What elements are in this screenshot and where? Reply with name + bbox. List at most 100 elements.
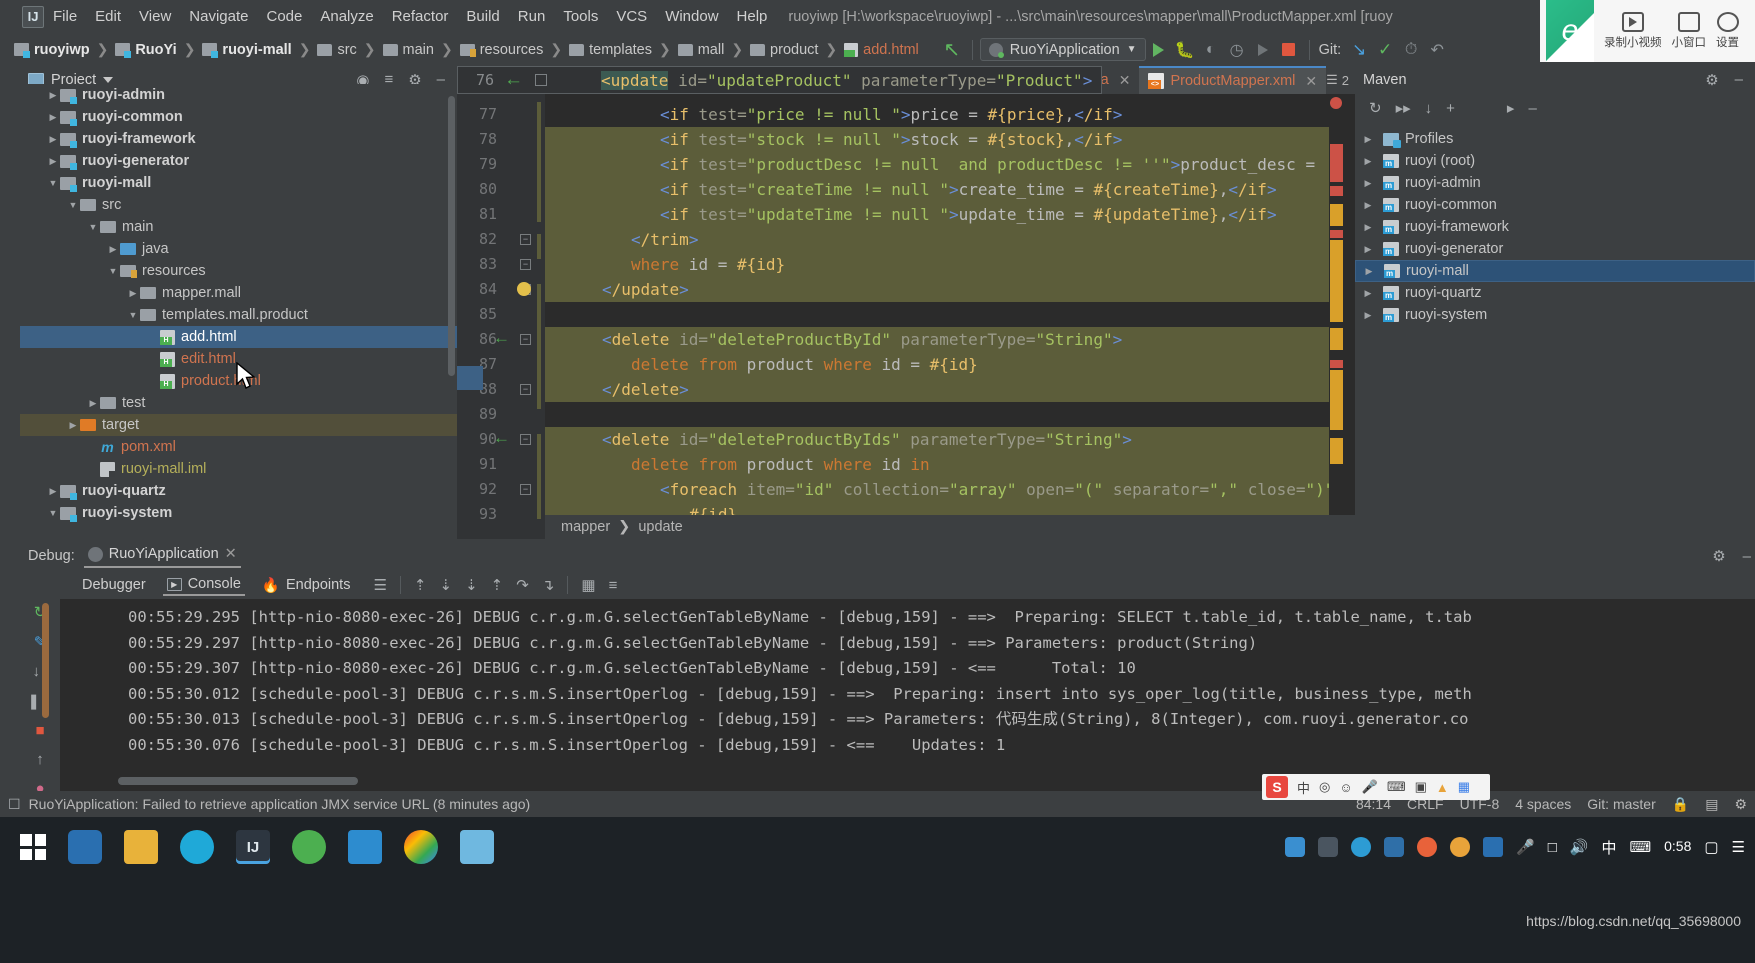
run-to-cursor-icon[interactable]: ↷: [516, 576, 529, 594]
tree-item-add-html[interactable]: add.html: [20, 326, 457, 348]
code-line[interactable]: </update>: [602, 277, 689, 302]
tree-item-java[interactable]: ▶ java: [20, 238, 457, 260]
tray-icon-app[interactable]: [1384, 837, 1404, 857]
git-history-icon[interactable]: ⏱: [1398, 38, 1424, 62]
tray-icon-warning[interactable]: [1450, 837, 1470, 857]
settings-button[interactable]: 设置: [1716, 12, 1739, 50]
tree-item-ruoyi-admin[interactable]: ▶ ruoyi-admin: [20, 84, 457, 106]
tree-item-ruoyi-quartz[interactable]: ▶ ruoyi-quartz: [20, 480, 457, 502]
tray-icon-db[interactable]: [1285, 837, 1305, 857]
code-line[interactable]: <delete id="deleteProductById" parameter…: [602, 327, 1122, 352]
tree-item-resources[interactable]: ▼ resources: [20, 260, 457, 282]
maven-item-ruoyi-mall[interactable]: ▶ ruoyi-mall: [1355, 260, 1755, 282]
code-line[interactable]: <if test="price != null ">price = #{pric…: [660, 102, 1122, 127]
chevron-right-icon[interactable]: ▶: [1361, 288, 1375, 299]
chevron-down-icon[interactable]: ▼: [46, 178, 60, 188]
chevron-right-icon[interactable]: ▶: [1361, 244, 1375, 255]
chevron-down-icon[interactable]: [103, 76, 114, 83]
tray-icon-notifications[interactable]: ▢: [1704, 838, 1718, 856]
maven-item-ruoyi-generator[interactable]: ▶ ruoyi-generator: [1355, 238, 1755, 260]
chevron-right-icon[interactable]: ▶: [1361, 310, 1375, 321]
debug-button[interactable]: 🐛: [1172, 38, 1198, 62]
tab-endpoints[interactable]: 🔥 Endpoints: [258, 575, 355, 596]
error-stripe-marker-bar[interactable]: [1329, 94, 1343, 539]
ime-mode-chinese[interactable]: 中: [1297, 778, 1310, 797]
tray-icon-ij[interactable]: [1318, 837, 1338, 857]
code-line[interactable]: <if test="stock != null ">stock = #{stoc…: [660, 127, 1122, 152]
tray-icon-mic[interactable]: 🎤: [1516, 838, 1535, 856]
memory-icon[interactable]: ▤: [1705, 796, 1718, 813]
menu-build[interactable]: Build: [457, 5, 508, 28]
generate-sources-icon[interactable]: ▸▸: [1396, 99, 1411, 117]
tree-item-src[interactable]: ▼ src: [20, 194, 457, 216]
up-icon[interactable]: ↑: [36, 751, 44, 768]
code-line[interactable]: where id = #{id}: [631, 252, 785, 277]
indent-setting[interactable]: 4 spaces: [1515, 796, 1571, 812]
tree-item-ruoyi-mall-iml[interactable]: ruoyi-mall.iml: [20, 458, 457, 480]
chevron-down-icon[interactable]: ▼: [66, 200, 80, 210]
tray-icon-bluetooth[interactable]: [1483, 837, 1503, 857]
ime-upload-icon[interactable]: ▲: [1436, 780, 1449, 795]
debug-scrollbar[interactable]: [42, 603, 49, 718]
code-line[interactable]: <if test="productDesc != null and produc…: [660, 152, 1315, 177]
git-update-icon[interactable]: ↘: [1346, 38, 1372, 62]
project-tree-scrollbar[interactable]: [448, 96, 455, 376]
chevron-right-icon[interactable]: ▶: [1361, 134, 1375, 145]
tree-item-main[interactable]: ▼ main: [20, 216, 457, 238]
tray-icon-cloud[interactable]: [1351, 837, 1371, 857]
back-arrow-icon[interactable]: ↖: [939, 38, 965, 62]
run-button[interactable]: [1146, 38, 1172, 62]
editor-tab-productmapper-xml[interactable]: ProductMapper.xml ✕: [1139, 66, 1327, 94]
menu-code[interactable]: Code: [257, 5, 311, 28]
chevron-right-icon[interactable]: ▶: [106, 244, 120, 255]
hide-icon[interactable]: –: [1739, 548, 1755, 565]
tree-item-ruoyi-framework[interactable]: ▶ ruoyi-framework: [20, 128, 457, 150]
add-maven-project-icon[interactable]: +: [1446, 100, 1455, 117]
evaluate-expression-icon[interactable]: ▦: [581, 576, 595, 594]
chevron-right-icon[interactable]: ▶: [46, 134, 60, 145]
breadcrumb-mall[interactable]: mall: [672, 40, 731, 60]
menu-help[interactable]: Help: [728, 5, 777, 28]
run-maven-goal-icon[interactable]: ▸: [1507, 99, 1515, 117]
back-arrow-icon[interactable]: ←: [504, 69, 523, 91]
step-into-icon[interactable]: ⇣: [465, 576, 478, 594]
chevron-right-icon[interactable]: ▶: [126, 288, 140, 299]
chevron-right-icon[interactable]: ▶: [46, 90, 60, 101]
menu-refactor[interactable]: Refactor: [383, 5, 458, 28]
step-out-icon[interactable]: ⇡: [414, 576, 427, 594]
taskbar-clock[interactable]: 0:58: [1664, 838, 1691, 856]
menu-vcs[interactable]: VCS: [607, 5, 656, 28]
tree-item-mapper-mall[interactable]: ▶ mapper.mall: [20, 282, 457, 304]
breadcrumb-update[interactable]: update: [638, 519, 682, 535]
tree-item-test[interactable]: ▶ test: [20, 392, 457, 414]
chevron-down-icon[interactable]: ▼: [106, 266, 120, 276]
tray-icon-network[interactable]: □: [1548, 839, 1557, 856]
chevron-down-icon[interactable]: ▼: [86, 222, 100, 232]
git-commit-icon[interactable]: ✓: [1372, 38, 1398, 62]
chevron-right-icon[interactable]: ▶: [1362, 266, 1376, 277]
breadcrumb-templates[interactable]: templates: [563, 40, 658, 60]
breadcrumb-resources[interactable]: resources: [454, 40, 550, 60]
chevron-right-icon[interactable]: ▶: [86, 398, 100, 409]
gutter-back-arrow-icon[interactable]: ←: [493, 328, 510, 348]
code-line[interactable]: delete from product where id = #{id}: [631, 352, 978, 377]
taskbar-app-notes[interactable]: [348, 830, 382, 864]
debug-session-tab[interactable]: RuoYiApplication ✕: [83, 544, 241, 568]
console-log-output[interactable]: 00:55:29.295 [http-nio-8080-exec-26] DEB…: [60, 599, 1755, 791]
hide-icon[interactable]: –: [1731, 71, 1747, 88]
resume-button[interactable]: [1250, 38, 1276, 62]
chevron-right-icon[interactable]: ▶: [66, 420, 80, 431]
stop-icon[interactable]: ■: [35, 722, 44, 739]
tree-item-ruoyi-system[interactable]: ▼ ruoyi-system: [20, 502, 457, 524]
code-line[interactable]: </delete>: [602, 377, 689, 402]
layout-icon[interactable]: ☰: [373, 576, 386, 594]
breadcrumb-product[interactable]: product: [744, 40, 824, 60]
tab-debugger[interactable]: Debugger: [78, 575, 150, 595]
download-sources-icon[interactable]: ↓: [1425, 100, 1433, 117]
menu-tools[interactable]: Tools: [554, 5, 607, 28]
menu-window[interactable]: Window: [656, 5, 727, 28]
settings-gear-icon[interactable]: ⚙: [1701, 71, 1722, 89]
close-icon[interactable]: ✕: [225, 546, 237, 562]
menu-edit[interactable]: Edit: [86, 5, 130, 28]
project-tree[interactable]: ▶ ruoyi-admin ▶ ruoyi-common ▶ ruoyi-framewor…: [20, 84, 457, 530]
